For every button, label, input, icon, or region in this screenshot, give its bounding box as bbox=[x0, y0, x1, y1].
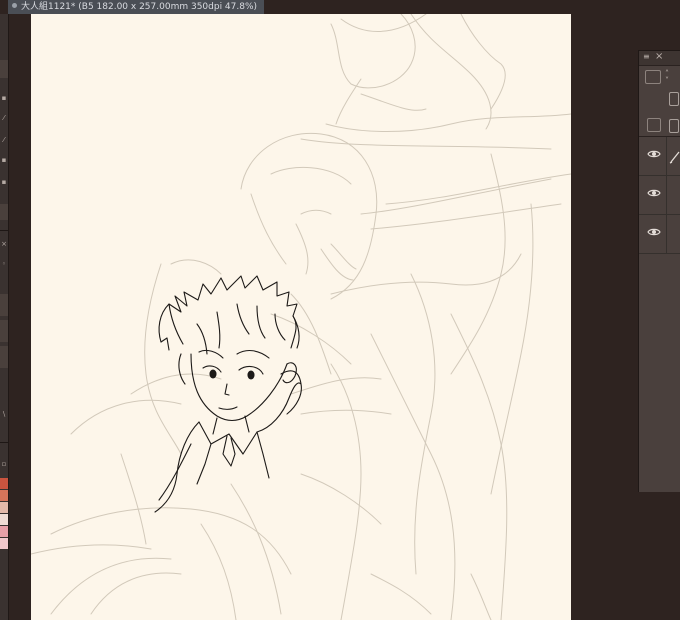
tool-icon[interactable]: ▪ bbox=[0, 178, 8, 186]
layer-panel-toolbar: ˄ ˅ bbox=[639, 66, 680, 137]
tool-icon[interactable]: ▪ bbox=[0, 156, 8, 164]
artwork bbox=[31, 14, 571, 620]
tool-icon[interactable]: \ bbox=[0, 410, 8, 418]
layer-panel-titlebar: ≡ × bbox=[639, 51, 680, 66]
tool-button[interactable] bbox=[0, 60, 8, 78]
color-swatch[interactable] bbox=[0, 514, 8, 525]
tool-icon[interactable]: ▫ bbox=[0, 460, 8, 468]
color-swatch[interactable] bbox=[0, 502, 8, 513]
menu-icon[interactable]: ≡ bbox=[643, 52, 650, 61]
eye-icon[interactable] bbox=[647, 188, 661, 202]
folder-icon[interactable] bbox=[669, 119, 679, 133]
color-swatch[interactable] bbox=[0, 526, 8, 537]
rectangle-icon[interactable] bbox=[645, 70, 661, 84]
document-tab-title: 大人組1121* (B5 182.00 x 257.00mm 350dpi 47… bbox=[21, 2, 258, 12]
close-icon[interactable]: × bbox=[655, 51, 663, 62]
left-tool-strip: ▪ ⁄ ⁄ ▪ ▪ × ◦ \ ▫ bbox=[0, 14, 9, 620]
rough-sketch bbox=[31, 14, 571, 620]
eye-icon[interactable] bbox=[647, 227, 661, 241]
layer-row[interactable] bbox=[639, 137, 680, 176]
lineart bbox=[154, 275, 302, 513]
tool-button[interactable] bbox=[0, 346, 8, 368]
layer-panel: ≡ × ˄ ˅ bbox=[638, 50, 680, 492]
color-swatch[interactable] bbox=[0, 478, 8, 489]
tool-icon[interactable]: ◦ bbox=[0, 260, 8, 268]
color-swatch[interactable] bbox=[0, 490, 8, 501]
layer-row[interactable] bbox=[639, 176, 680, 215]
copy-layers-icon[interactable] bbox=[669, 92, 679, 106]
tool-icon[interactable]: ⁄ bbox=[0, 114, 8, 122]
tool-icon[interactable]: ▪ bbox=[0, 94, 8, 102]
document-tab-close-icon[interactable] bbox=[12, 3, 17, 8]
tool-button[interactable] bbox=[0, 320, 8, 342]
layer-row[interactable] bbox=[639, 215, 680, 254]
document-tab[interactable]: 大人組1121* (B5 182.00 x 257.00mm 350dpi 47… bbox=[8, 0, 264, 14]
drawing-canvas[interactable] bbox=[31, 14, 571, 620]
pen-icon bbox=[669, 149, 680, 164]
tool-button[interactable] bbox=[0, 294, 8, 316]
chevron-updown-icon[interactable]: ˄ ˅ bbox=[665, 70, 675, 85]
tool-icon[interactable]: ⁄ bbox=[0, 136, 8, 144]
color-swatch[interactable] bbox=[0, 538, 8, 549]
tool-button[interactable] bbox=[0, 204, 8, 220]
close-icon[interactable]: × bbox=[0, 240, 8, 248]
new-layer-icon[interactable] bbox=[647, 118, 661, 132]
eye-icon[interactable] bbox=[647, 149, 661, 163]
